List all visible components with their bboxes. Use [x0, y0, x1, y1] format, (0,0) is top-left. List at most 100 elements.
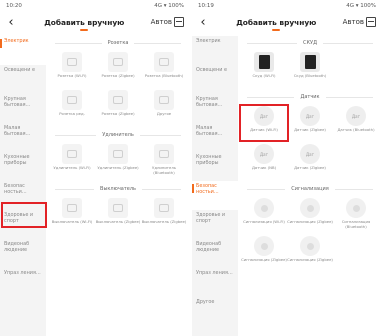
device-label: Другое [156, 111, 172, 116]
device-label: Сигнализация (Zigbee) [287, 219, 333, 224]
scan-icon[interactable] [365, 17, 376, 27]
socket-icon [154, 90, 174, 110]
device-label: Датчик (Bluetooth) [337, 127, 375, 132]
device-label: Датчик (NB) [251, 165, 277, 170]
device-tile[interactable]: Скуд (Bluetooth) [287, 52, 333, 86]
device-label: Сигнализация (Zigbee) [287, 257, 333, 262]
title-underline [80, 28, 89, 31]
status-time: 10:19 [198, 3, 214, 9]
device-tile[interactable]: Дат Датчик (Bluetooth) [333, 106, 379, 140]
screens: 10:20 4G ▾ 100% ‹ Добавить вручную Автов… [0, 0, 382, 336]
sensor-icon: Дат [300, 144, 320, 164]
sidebar-item[interactable]: Кухонные приборы [0, 152, 46, 181]
sensor-icon: Дат [346, 106, 366, 126]
lock-device-icon [254, 52, 274, 72]
status-bar: 10:19 4G ▾ 100% [192, 0, 382, 12]
device-tile[interactable]: Удлинитель (Wi-Fi) [49, 144, 95, 178]
alarm-icon [254, 198, 274, 218]
auto-tab[interactable]: Автов [343, 17, 376, 27]
alarm-icon [346, 198, 366, 218]
socket-icon [154, 52, 174, 72]
screen-right: 10:19 4G ▾ 100% ‹ Добавить вручную Автов… [192, 0, 382, 336]
device-tile[interactable]: Сигнализация (Bluetooth) [333, 198, 379, 232]
device-label: Розетка (Bluetooth) [144, 73, 184, 78]
device-tile[interactable]: Дат Датчик (Zigbee) [287, 144, 333, 178]
device-label: Датчик (Wi-Fi) [250, 127, 278, 132]
device-tile[interactable]: Розетка ред. [49, 90, 95, 124]
sidebar-item[interactable]: Безопас ностьи… [0, 181, 46, 210]
page-body: Электрик Освещени е Крупная бытовая… Малая … [0, 36, 190, 336]
socket-icon [62, 90, 82, 110]
sidebar-item[interactable]: Здоровье и спорт [192, 210, 238, 239]
device-tile[interactable]: Сигнализация (Zigbee) [287, 236, 333, 270]
sidebar-item[interactable]: Здоровье и спорт [0, 210, 46, 239]
device-grid: Розетка (Wi-Fi) Розетка (Zigbee) Розетка (… [49, 50, 187, 128]
section-title: Сигнализация [241, 182, 379, 196]
device-tile[interactable]: Выключатель (Zigbee) [141, 198, 187, 232]
section-title: СКУД [241, 36, 379, 50]
sidebar-item[interactable]: Другое [192, 297, 238, 326]
sidebar-item[interactable]: Малая бытовая… [192, 123, 238, 152]
device-label: Удлинитель (Wi-Fi) [53, 165, 91, 170]
sidebar-item[interactable]: Видеонаб людение [0, 239, 46, 268]
device-label: Датчик (Zigbee) [294, 127, 326, 132]
sidebar-item[interactable]: Электрик [192, 36, 238, 65]
sidebar-item[interactable]: Крупная бытовая… [0, 94, 46, 123]
device-tile[interactable]: Розетка (Wi-Fi) [49, 52, 95, 86]
device-tile[interactable]: Розетка (Bluetooth) [141, 52, 187, 86]
status-icons: 4G ▾ 100% [346, 3, 376, 9]
back-icon[interactable]: ‹ [196, 16, 210, 29]
device-grid: Выключатель (Wi-Fi) Выключатель (Zigbee) В… [49, 196, 187, 236]
sidebar-item[interactable]: Электрик [0, 36, 46, 65]
sidebar-item[interactable]: Крупная бытовая… [192, 94, 238, 123]
socket-icon [108, 144, 128, 164]
device-tile[interactable]: Выключатель (Zigbee) [95, 198, 141, 232]
page-title: Добавить вручную [236, 18, 316, 31]
status-icons: 4G ▾ 100% [154, 3, 184, 9]
socket-icon [62, 198, 82, 218]
device-tile[interactable]: Другое [141, 90, 187, 124]
screen-left: 10:20 4G ▾ 100% ‹ Добавить вручную Автов… [0, 0, 190, 336]
sidebar-item[interactable]: Упраз ления… [192, 268, 238, 297]
device-grid: Дат Датчик (Wi-Fi) Дат Датчик (Zigbee) Дат Да… [239, 104, 379, 182]
status-bar: 10:20 4G ▾ 100% [0, 0, 190, 12]
category-sidebar: Электрик Освещени е Крупная бытовая… Малая … [0, 36, 46, 336]
sidebar-item[interactable]: Упраз ления… [0, 268, 46, 297]
auto-tab[interactable]: Автов [151, 17, 184, 27]
device-tile[interactable]: Розетка (Zigbee) [95, 90, 141, 124]
device-tile[interactable]: Удлинитель (Bluetooth) [141, 144, 187, 178]
sidebar-item[interactable]: Освещени е [0, 65, 46, 94]
sidebar-item[interactable]: Безопас ностьи… [192, 181, 238, 210]
sidebar-item[interactable]: Видеонаб людение [192, 239, 238, 268]
sidebar-item[interactable]: Кухонные приборы [192, 152, 238, 181]
device-label: Удлинитель (Zigbee) [97, 165, 139, 170]
device-label: Выключатель (Zigbee) [141, 219, 187, 224]
sensor-icon: Дат [254, 144, 274, 164]
sidebar-item[interactable]: Освещени е [192, 65, 238, 94]
sidebar-item[interactable]: Малая бытовая… [0, 123, 46, 152]
socket-icon [154, 144, 174, 164]
scan-icon[interactable] [173, 17, 184, 27]
device-tile[interactable]: Дат Датчик (NB) [241, 144, 287, 178]
page-body: Электрик Освещени е Крупная бытовая… Малая … [192, 36, 382, 336]
device-tile[interactable]: Сигнализация (Zigbee) [241, 236, 287, 270]
alarm-icon [300, 198, 320, 218]
socket-icon [108, 198, 128, 218]
device-label: Розетка (Zigbee) [101, 111, 135, 116]
sensor-icon: Дат [300, 106, 320, 126]
device-tile[interactable]: Скуд (Wi-Fi) [241, 52, 287, 86]
section-title: Розетка [49, 36, 187, 50]
alarm-icon [300, 236, 320, 256]
status-time: 10:20 [6, 3, 22, 9]
device-tile[interactable]: Удлинитель (Zigbee) [95, 144, 141, 178]
device-tile[interactable]: Сигнализация (Wi-Fi) [241, 198, 287, 232]
device-tile[interactable]: Выключатель (Wi-Fi) [49, 198, 95, 232]
device-tile[interactable]: Розетка (Zigbee) [95, 52, 141, 86]
device-label: Розетка ред. [59, 111, 85, 116]
device-grid: Сигнализация (Wi-Fi) Сигнализация (Zigbee… [241, 196, 379, 274]
socket-icon [62, 144, 82, 164]
back-icon[interactable]: ‹ [4, 16, 18, 29]
device-tile[interactable]: Сигнализация (Zigbee) [287, 198, 333, 232]
device-tile[interactable]: Дат Датчик (Wi-Fi) [239, 104, 289, 142]
device-tile[interactable]: Дат Датчик (Zigbee) [287, 106, 333, 140]
